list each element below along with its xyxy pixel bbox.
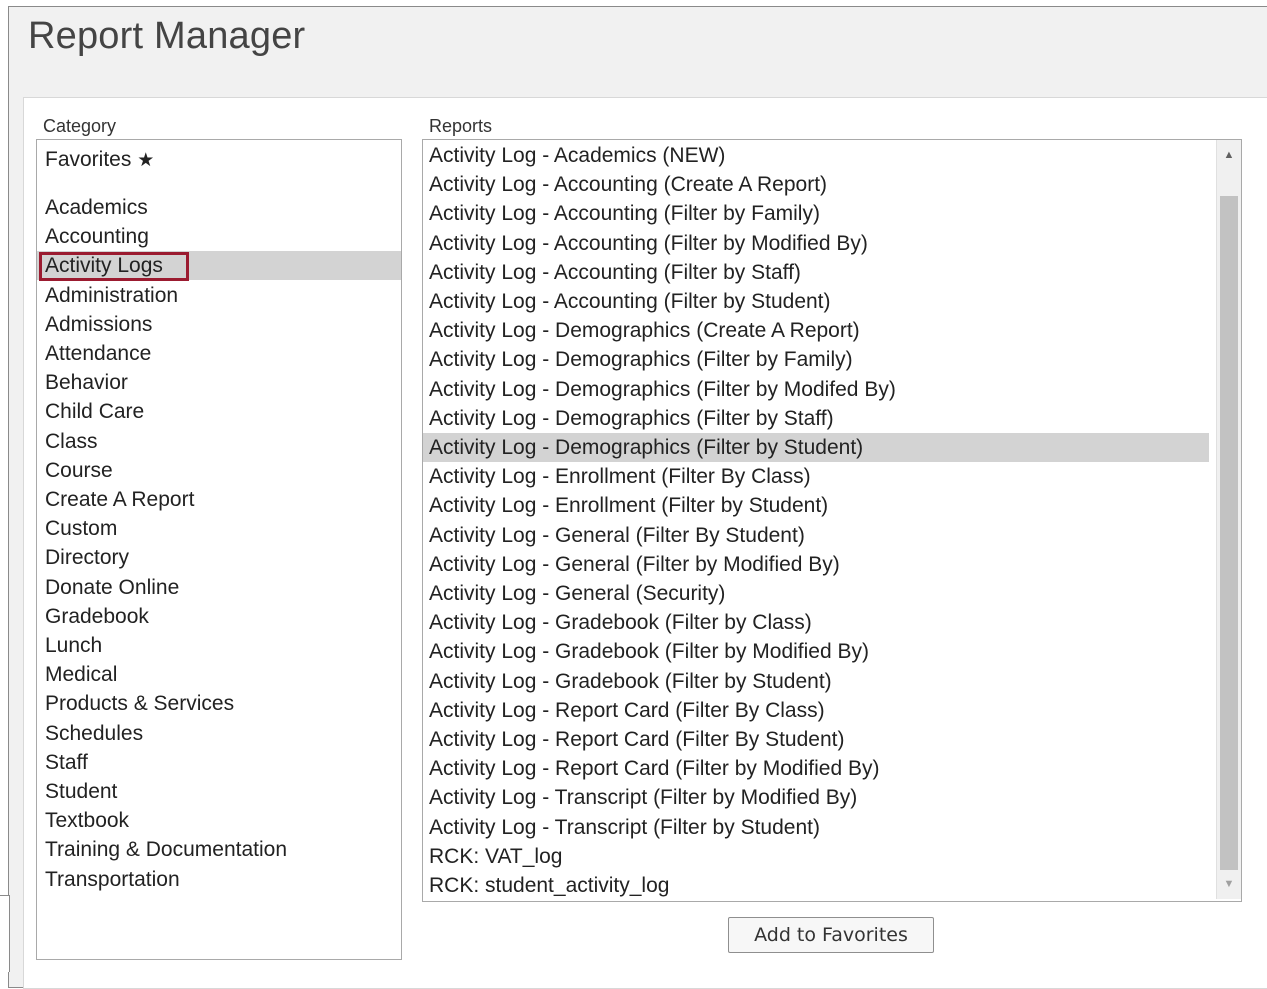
report-item[interactable]: Activity Log - Transcript (Filter by Mod… [423,783,1209,812]
report-item[interactable]: Activity Log - Accounting (Create A Repo… [423,170,1209,199]
page-title: Report Manager [28,15,306,57]
report-item[interactable]: Activity Log - Gradebook (Filter by Stud… [423,667,1209,696]
category-item[interactable]: Student [37,777,401,806]
report-item[interactable]: Activity Log - Demographics (Create A Re… [423,316,1209,345]
report-item[interactable]: Activity Log - Report Card (Filter by Mo… [423,754,1209,783]
category-item[interactable]: Child Care [37,397,401,426]
category-item[interactable]: Class [37,427,401,456]
add-to-favorites-button[interactable]: Add to Favorites [728,917,934,953]
report-item[interactable]: Activity Log - Report Card (Filter By St… [423,725,1209,754]
report-item[interactable]: Activity Log - Demographics (Filter by F… [423,345,1209,374]
category-item[interactable]: Create A Report [37,485,401,514]
report-item[interactable]: Activity Log - Demographics (Filter by M… [423,375,1209,404]
background-frame-edge [0,895,10,972]
category-label: Category [43,116,117,136]
category-item[interactable]: Activity Logs [37,251,401,282]
category-item[interactable]: Staff [37,748,401,777]
category-listbox[interactable]: Favorites ★ Academics Accounting Activity … [36,139,402,960]
category-item[interactable]: Textbook [37,806,401,835]
report-item[interactable]: Activity Log - Accounting (Filter by Sta… [423,258,1209,287]
favorites-label: Favorites [45,148,132,171]
category-item[interactable]: Lunch [37,631,401,660]
category-item[interactable]: Course [37,456,401,485]
category-item[interactable]: Academics [37,193,401,222]
report-item[interactable]: Activity Log - General (Filter by Modifi… [423,550,1209,579]
report-item[interactable]: Activity Log - Transcript (Filter by Stu… [423,813,1209,842]
category-item-favorites[interactable]: Favorites ★ [37,145,401,174]
report-item[interactable]: Activity Log - Accounting (Filter by Fam… [423,199,1209,228]
report-item[interactable]: Activity Log - General (Filter By Studen… [423,521,1209,550]
report-item[interactable]: Activity Log - Demographics (Filter by S… [423,433,1209,462]
report-item[interactable]: Activity Log - Academics (NEW) [423,141,1209,170]
category-item[interactable]: Directory [37,543,401,572]
category-item[interactable]: Schedules [37,719,401,748]
report-item[interactable]: RCK: student_activity_log [423,871,1209,900]
scroll-up-arrow-icon[interactable]: ▲ [1217,144,1241,166]
report-item[interactable]: Activity Log - Enrollment (Filter By Cla… [423,462,1209,491]
scrollbar-thumb[interactable] [1220,196,1238,870]
star-icon: ★ [137,150,155,171]
report-item[interactable]: Activity Log - Enrollment (Filter by Stu… [423,491,1209,520]
category-item[interactable]: Attendance [37,339,401,368]
report-item[interactable]: Activity Log - Accounting (Filter by Mod… [423,229,1209,258]
reports-listbox[interactable]: RCK: student_activity_log RCK: VAT_log Act… [422,139,1242,902]
category-item[interactable]: Training & Documentation [37,835,401,864]
category-item[interactable]: Medical [37,660,401,689]
category-item[interactable]: Transportation [37,865,401,894]
report-item[interactable]: RCK: VAT_log [423,842,1209,871]
category-item[interactable]: Gradebook [37,602,401,631]
report-item[interactable]: Activity Log - Gradebook (Filter by Clas… [423,608,1209,637]
category-item[interactable]: Admissions [37,310,401,339]
reports-label: Reports [429,116,493,136]
category-item[interactable]: Products & Services [37,689,401,718]
reports-scrollbar[interactable]: ▲ ▼ [1216,140,1241,899]
selection-highlight-box [39,252,189,282]
report-item[interactable]: Activity Log - Report Card (Filter By Cl… [423,696,1209,725]
report-item[interactable]: Activity Log - Accounting (Filter by Stu… [423,287,1209,316]
category-item[interactable]: Behavior [37,368,401,397]
category-item[interactable]: Accounting [37,222,401,251]
report-item[interactable]: Activity Log - Demographics (Filter by S… [423,404,1209,433]
category-item[interactable]: Custom [37,514,401,543]
report-item[interactable]: Activity Log - Gradebook (Filter by Modi… [423,637,1209,666]
report-item[interactable]: Activity Log - General (Security) [423,579,1209,608]
category-item[interactable]: Donate Online [37,573,401,602]
scroll-down-arrow-icon[interactable]: ▼ [1217,873,1241,895]
category-item[interactable]: Administration [37,281,401,310]
